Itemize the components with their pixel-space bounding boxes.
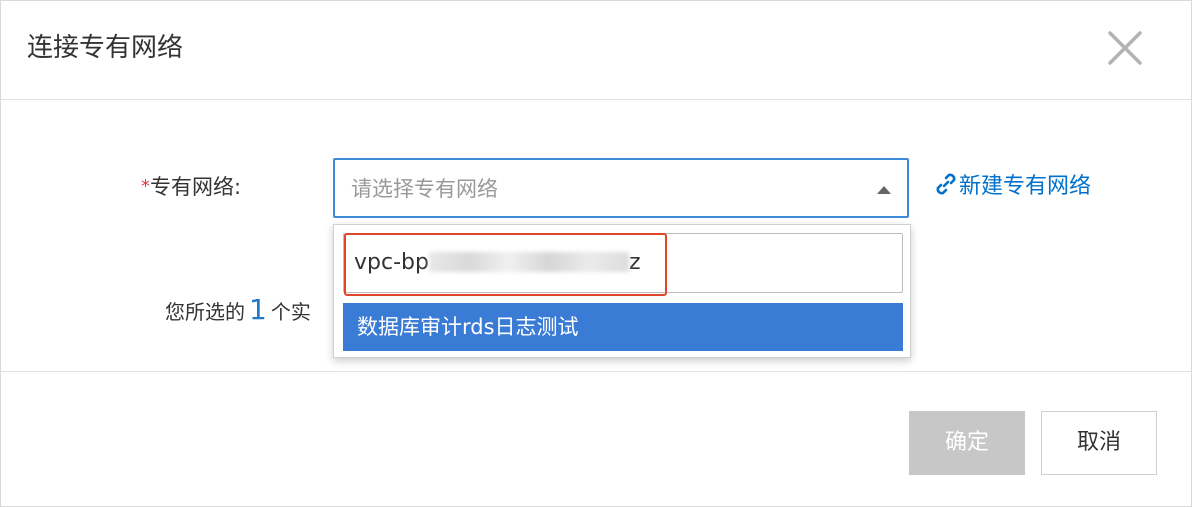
dropdown-option[interactable]: 数据库审计rds日志测试: [343, 303, 903, 351]
footer-divider: [1, 371, 1191, 372]
selection-count: 1: [249, 293, 267, 326]
vpc-search-value: vpc-bp z: [354, 248, 641, 278]
link-icon: [936, 173, 956, 195]
cancel-button[interactable]: 取消: [1041, 411, 1157, 475]
vpc-search-input[interactable]: vpc-bp z: [343, 233, 903, 293]
new-vpc-link[interactable]: 新建专有网络: [935, 171, 1091, 203]
selection-note-prefix: 您所选的: [165, 300, 245, 324]
caret-up-icon: [877, 186, 891, 194]
selection-note: 您所选的 1 个实: [165, 291, 311, 331]
vpc-label: *专有网络:: [141, 171, 241, 203]
connect-vpc-dialog: 连接专有网络 *专有网络: 请选择专有网络 新建专有网络 您所选的 1 个实 vpc…: [0, 0, 1192, 507]
vpc-label-text: 专有网络:: [150, 175, 242, 199]
dialog-header: 连接专有网络: [1, 1, 1191, 100]
vpc-dropdown: vpc-bp z 数据库审计rds日志测试: [333, 224, 911, 358]
vpc-id-suffix: z: [628, 250, 641, 275]
close-icon[interactable]: [1105, 28, 1145, 68]
vpc-select-placeholder: 请选择专有网络: [351, 177, 498, 201]
confirm-button[interactable]: 确定: [909, 411, 1025, 475]
vpc-id-prefix: vpc-bp: [354, 250, 429, 275]
selection-note-suffix: 个实: [270, 300, 311, 324]
redacted-vpc-id: [428, 252, 629, 272]
required-mark: *: [141, 176, 150, 197]
new-vpc-link-label: 新建专有网络: [959, 174, 1092, 199]
vpc-select[interactable]: 请选择专有网络: [333, 158, 909, 218]
dialog-title: 连接专有网络: [27, 33, 184, 63]
